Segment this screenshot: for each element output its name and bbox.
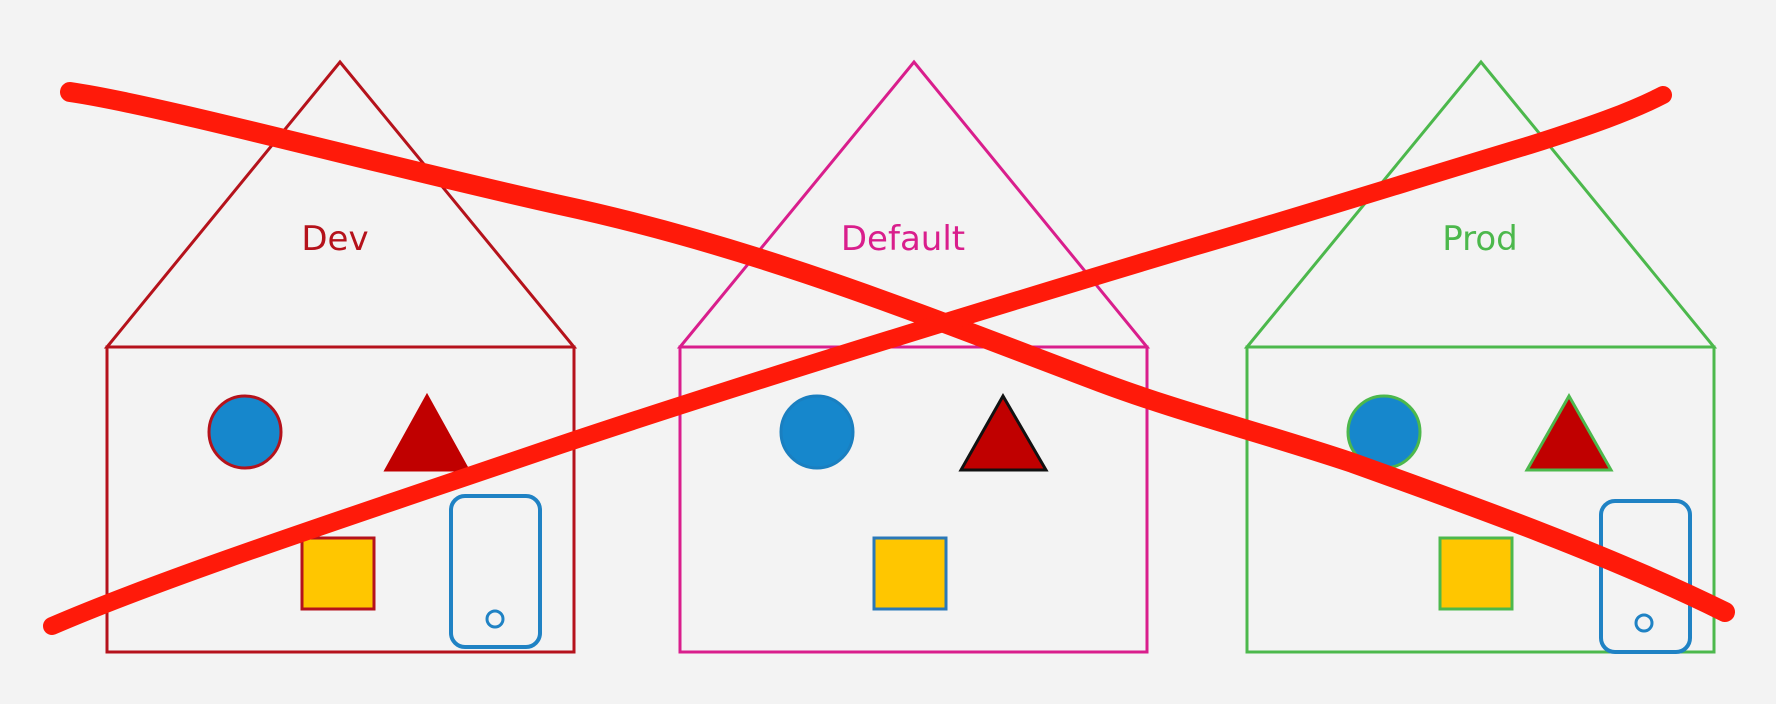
- house-dev-label: Dev: [301, 219, 368, 259]
- namespaces-diagram: Dev Default Prod: [43, 59, 1735, 654]
- dev-triangle-shape: [383, 392, 471, 472]
- default-square-shape: [872, 536, 948, 611]
- prod-triangle-shape: [1524, 392, 1614, 472]
- default-triangle-shape: [958, 392, 1049, 472]
- default-circle-shape: [779, 394, 855, 470]
- diagram-stage: Dev Default Prod: [0, 0, 1776, 704]
- prod-phone-button: [1634, 613, 1654, 633]
- house-prod-label: Prod: [1442, 219, 1518, 259]
- dev-circle-shape: [207, 394, 283, 470]
- dev-phone-icon: [449, 494, 542, 649]
- house-default: Default: [676, 59, 1151, 654]
- house-default-label: Default: [841, 219, 965, 259]
- dev-phone-button: [485, 609, 505, 629]
- dev-square-shape: [300, 536, 376, 611]
- dev-phone-body: [449, 494, 542, 649]
- house-prod: Prod: [1243, 59, 1718, 654]
- prod-square-shape: [1438, 536, 1514, 611]
- cross-stroke-ascending: [43, 86, 1672, 635]
